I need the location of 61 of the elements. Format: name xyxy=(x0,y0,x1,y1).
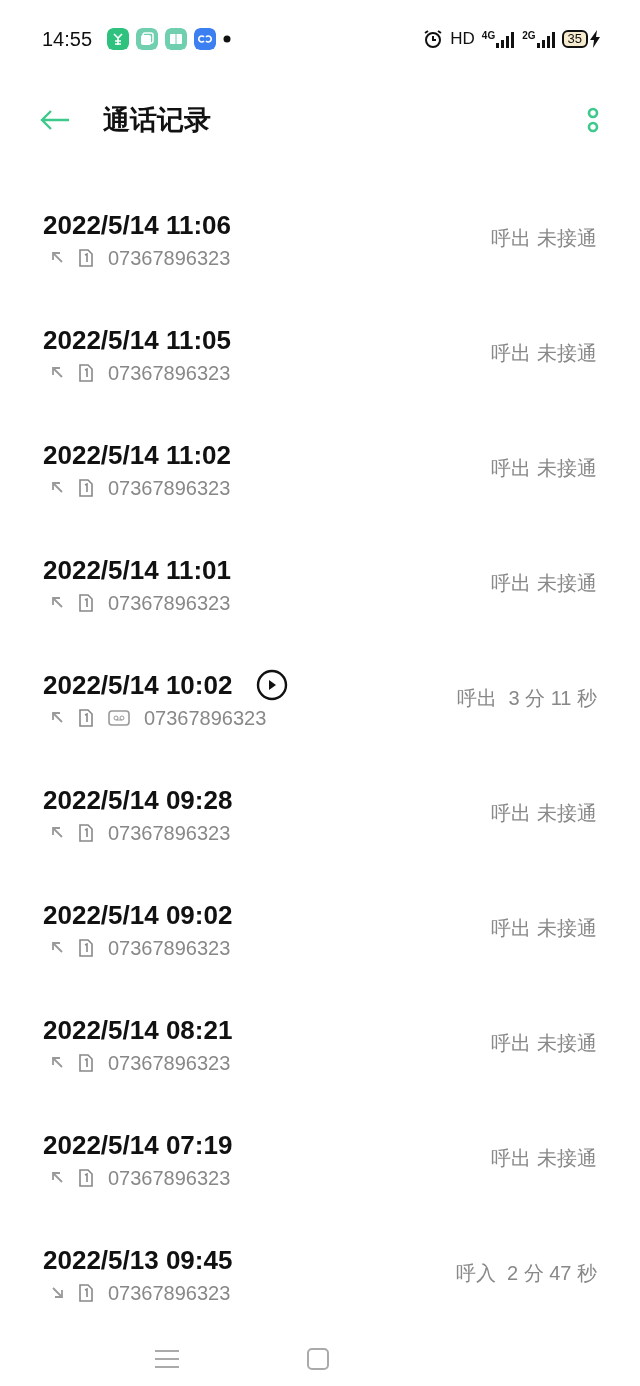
sim-card-icon xyxy=(78,823,94,842)
sim-card-icon xyxy=(78,248,94,267)
call-status: 呼出 未接通 xyxy=(491,801,597,826)
back-arrow-icon[interactable] xyxy=(40,109,70,131)
call-time: 2022/5/14 10:02 xyxy=(43,668,233,702)
call-time: 2022/5/14 08:21 xyxy=(43,1013,233,1047)
clock-time: 14:55 xyxy=(42,27,93,51)
call-time: 2022/5/14 11:01 xyxy=(43,553,231,587)
menu-icon[interactable] xyxy=(155,1348,179,1369)
app-icon xyxy=(136,28,159,50)
phone-number: 07367896323 xyxy=(108,360,231,386)
call-status: 呼出 未接通 xyxy=(491,916,597,941)
phone-number: 07367896323 xyxy=(108,820,231,846)
call-time: 2022/5/14 11:05 xyxy=(43,323,231,357)
call-time: 2022/5/14 09:28 xyxy=(43,783,233,817)
app-icon xyxy=(107,28,130,50)
more-options-icon[interactable] xyxy=(586,107,600,133)
call-time: 2022/5/14 09:02 xyxy=(43,898,233,932)
phone-number: 07367896323 xyxy=(144,705,267,731)
phone-number: 07367896323 xyxy=(108,590,231,616)
phone-number: 07367896323 xyxy=(108,935,231,961)
signal-icon xyxy=(496,30,515,48)
charging-icon xyxy=(590,30,600,48)
sim-card-icon xyxy=(78,1168,94,1187)
call-status: 呼出 未接通 xyxy=(491,571,597,596)
recording-icon xyxy=(108,709,130,726)
sim-card-icon xyxy=(78,1283,94,1302)
call-status: 呼出 未接通 xyxy=(491,1031,597,1056)
call-time: 2022/5/13 09:45 xyxy=(43,1243,233,1277)
battery-level: 35 xyxy=(561,30,588,48)
signal-icon xyxy=(536,30,555,48)
call-status: 呼出 3 分 11 秒 xyxy=(457,686,597,711)
sim-card-icon xyxy=(78,708,94,727)
call-status: 呼出 未接通 xyxy=(491,1146,597,1171)
alarm-clock-icon xyxy=(423,29,444,49)
call-status: 呼出 未接通 xyxy=(491,456,597,481)
hd-indicator: HD xyxy=(450,29,475,49)
network-type: 2G xyxy=(522,30,536,41)
dot-icon xyxy=(223,35,232,43)
app-icon xyxy=(194,28,217,50)
phone-number: 07367896323 xyxy=(108,475,231,501)
home-icon[interactable] xyxy=(307,1347,329,1370)
sim-card-icon xyxy=(78,478,94,497)
sim-card-icon xyxy=(78,938,94,957)
sim-card-icon xyxy=(78,1053,94,1072)
phone-number: 07367896323 xyxy=(108,1165,231,1191)
phone-number: 07367896323 xyxy=(108,1280,231,1306)
page-title: 通话记录 xyxy=(103,104,212,137)
call-status: 呼出 未接通 xyxy=(491,341,597,366)
app-icon xyxy=(165,28,188,50)
sim-card-icon xyxy=(78,363,94,382)
call-time: 2022/5/14 11:02 xyxy=(43,438,231,472)
call-status: 呼出 未接通 xyxy=(491,226,597,251)
sim-card-icon xyxy=(78,593,94,612)
play-icon[interactable] xyxy=(256,668,289,701)
phone-number: 07367896323 xyxy=(108,1050,231,1076)
call-time: 2022/5/14 07:19 xyxy=(43,1128,233,1162)
phone-number: 07367896323 xyxy=(108,245,231,271)
call-status: 呼入 2 分 47 秒 xyxy=(455,1261,597,1286)
network-type: 4G xyxy=(481,30,496,41)
call-time: 2022/5/14 11:06 xyxy=(43,208,231,242)
